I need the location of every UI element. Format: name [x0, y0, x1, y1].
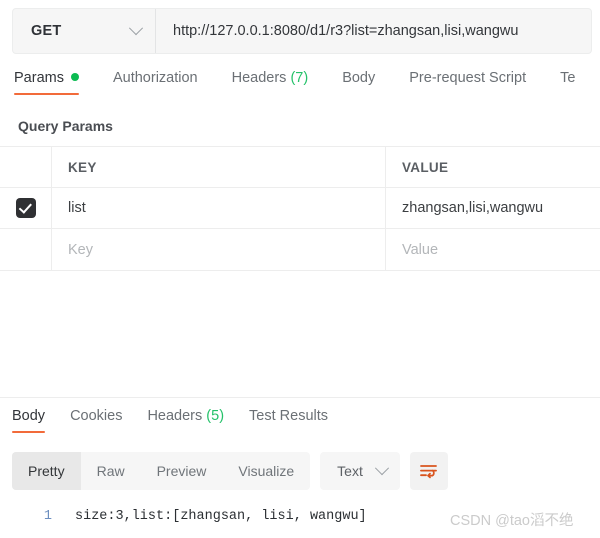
query-params-title: Query Params [18, 118, 113, 134]
tab-pre-request-script[interactable]: Pre-request Script [409, 70, 526, 95]
response-format-select[interactable]: Text [320, 452, 400, 490]
response-tabs: Body Cookies Headers (5) Test Results [12, 408, 353, 433]
row-key-input-empty[interactable]: Key [52, 229, 386, 270]
table-row-empty: Key Value [0, 229, 600, 270]
row-checkbox-cell-empty[interactable] [0, 229, 52, 270]
view-mode-raw[interactable]: Raw [81, 452, 141, 490]
tab-authorization-label: Authorization [112, 70, 198, 86]
response-tab-test-results-label: Test Results [249, 408, 329, 424]
response-tab-headers-label: Headers [147, 408, 203, 424]
http-method-select[interactable]: GET [13, 9, 156, 53]
row-value-input[interactable]: zhangsan,lisi,wangwu [386, 188, 600, 228]
url-input[interactable]: http://127.0.0.1:8080/d1/r3?list=zhangsa… [156, 9, 591, 53]
header-cell-key: KEY [52, 147, 386, 187]
chevron-down-icon [128, 21, 144, 36]
response-format-label: Text [337, 463, 363, 479]
header-cell-value: VALUE [402, 159, 449, 175]
table-row: list zhangsan,lisi,wangwu [0, 188, 600, 229]
row-checkbox-cell[interactable] [0, 188, 52, 228]
response-tab-headers[interactable]: Headers (5) [147, 408, 224, 433]
response-tab-test-results[interactable]: Test Results [249, 408, 328, 433]
response-tab-body-label: Body [12, 408, 46, 424]
tab-headers-label: Headers [231, 70, 287, 86]
response-tab-headers-count: (5) [206, 408, 225, 424]
line-number: 1 [43, 508, 52, 524]
tab-tests-label: Te [560, 70, 576, 86]
tab-params-label: Params [14, 70, 64, 86]
view-mode-preview[interactable]: Preview [141, 452, 223, 490]
word-wrap-icon [420, 465, 438, 479]
tab-body[interactable]: Body [342, 70, 375, 95]
response-divider [0, 397, 600, 398]
query-params-table: KEY VALUE list zhangsan,lisi,wangwu Key … [0, 146, 600, 271]
request-tabs: Params Authorization Headers (7) Body Pr… [14, 70, 600, 106]
view-mode-visualize[interactable]: Visualize [222, 452, 310, 490]
row-enabled-checkbox[interactable] [15, 198, 36, 218]
response-tab-cookies[interactable]: Cookies [70, 408, 122, 433]
chevron-down-icon [374, 461, 389, 476]
tab-body-label: Body [342, 70, 376, 86]
response-view-mode-group: Pretty Raw Preview Visualize [12, 452, 311, 490]
tab-headers[interactable]: Headers (7) [232, 70, 309, 95]
watermark: CSDN @tao滔不绝 [450, 513, 574, 529]
table-header-row: KEY VALUE [0, 147, 600, 188]
tab-tests[interactable]: Te [560, 70, 575, 95]
view-mode-pretty[interactable]: Pretty [12, 452, 81, 490]
response-view-toolbar: Pretty Raw Preview Visualize Text [12, 452, 448, 490]
response-tab-body[interactable]: Body [12, 408, 46, 433]
response-tab-cookies-label: Cookies [70, 408, 123, 424]
tab-headers-count: (7) [290, 70, 309, 86]
line-content: size:3,list:[zhangsan, lisi, wangwu] [75, 508, 367, 524]
unsaved-dot-icon [70, 73, 79, 81]
tab-authorization[interactable]: Authorization [113, 70, 198, 95]
row-value-input-empty[interactable]: Value [386, 229, 600, 270]
row-key-input[interactable]: list [52, 188, 386, 228]
tab-pre-request-script-label: Pre-request Script [409, 70, 527, 86]
word-wrap-button[interactable] [409, 452, 448, 490]
header-cell-check [0, 147, 52, 187]
http-method-label: GET [31, 23, 62, 39]
tab-params[interactable]: Params [14, 70, 79, 95]
request-url-bar: GET http://127.0.0.1:8080/d1/r3?list=zha… [12, 8, 592, 54]
